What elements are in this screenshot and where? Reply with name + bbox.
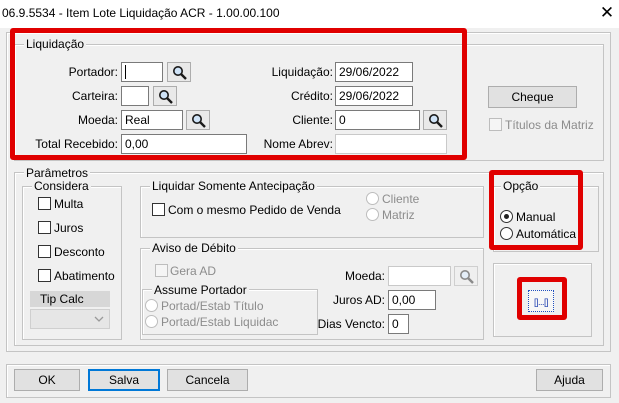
assume-portador-legend: Assume Portador — [152, 283, 249, 297]
desconto-label: Desconto — [54, 245, 105, 259]
highlight-range-button — [517, 277, 567, 320]
multa-label: Multa — [54, 197, 84, 211]
titulos-matriz-checkbox — [489, 118, 502, 131]
mesmo-pedido-checkbox[interactable] — [152, 203, 165, 216]
portad-liquidac-radio — [145, 315, 158, 328]
mesmo-pedido-label: Com o mesmo Pedido de Venda — [168, 203, 341, 217]
abatimento-checkbox[interactable] — [38, 269, 51, 282]
abatimento-label: Abatimento — [54, 269, 115, 283]
parametros-legend: Parâmetros — [24, 166, 91, 180]
highlight-opcao — [489, 170, 583, 250]
gera-ad-checkbox — [155, 264, 168, 277]
antecipacao-matriz-radio — [366, 208, 379, 221]
cheque-button[interactable]: Cheque — [488, 86, 577, 108]
antecipacao-matriz-label: Matriz — [382, 208, 415, 222]
juros-checkbox[interactable] — [38, 221, 51, 234]
ok-button[interactable]: OK — [14, 369, 80, 391]
portad-liquidac-label: Portad/Estab Liquidac — [161, 315, 279, 329]
dias-vencto-label: Dias Vencto: — [317, 317, 385, 331]
titulos-matriz-label: Títulos da Matriz — [505, 118, 594, 132]
aviso-moeda-input — [388, 266, 451, 286]
considera-legend: Considera — [32, 179, 91, 193]
juros-label: Juros — [54, 221, 84, 235]
tipcalc-label: Tip Calc — [40, 292, 84, 306]
highlight-liquidacao — [10, 28, 467, 160]
salva-button[interactable]: Salva — [88, 369, 160, 391]
multa-checkbox[interactable] — [38, 197, 51, 210]
gera-ad-label: Gera AD — [170, 264, 217, 278]
antecipacao-cliente-radio — [366, 192, 379, 205]
juros-ad-input[interactable]: 0,00 — [388, 290, 436, 310]
aviso-debito-legend: Aviso de Débito — [150, 241, 238, 255]
cancela-button[interactable]: Cancela — [167, 369, 248, 391]
close-icon[interactable]: ✕ — [597, 3, 617, 23]
ajuda-button[interactable]: Ajuda — [536, 369, 603, 391]
antecipacao-legend: Liquidar Somente Antecipação — [150, 179, 317, 193]
juros-ad-label: Juros AD: — [332, 293, 385, 307]
desconto-checkbox[interactable] — [38, 245, 51, 258]
window-title: 06.9.5534 - Item Lote Liquidação ACR - 1… — [2, 6, 280, 20]
dias-vencto-input[interactable]: 0 — [388, 314, 409, 334]
aviso-moeda-label: Moeda: — [344, 269, 385, 283]
aviso-moeda-search-button — [454, 266, 478, 286]
search-icon — [460, 270, 474, 284]
chevron-down-icon — [94, 316, 104, 322]
tipcalc-select — [30, 309, 110, 329]
portad-titulo-radio — [145, 299, 158, 312]
